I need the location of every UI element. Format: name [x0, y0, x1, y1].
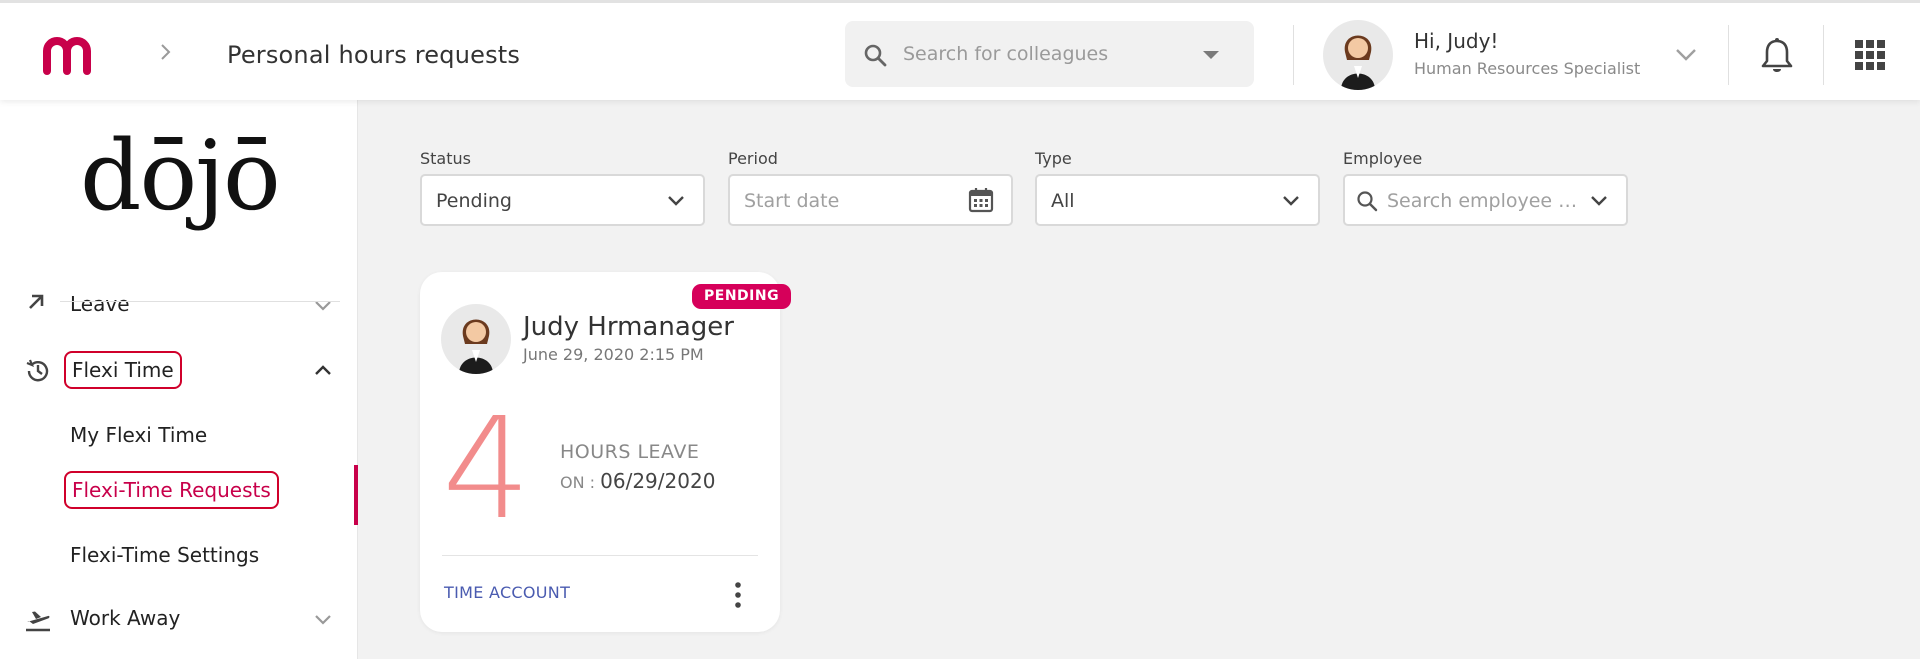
time-account-link[interactable]: TIME ACCOUNT: [444, 583, 570, 602]
active-item-indicator: [354, 465, 358, 525]
requester-avatar: [441, 304, 511, 374]
requester-name: Judy Hrmanager: [523, 312, 734, 342]
search-dropdown-caret-icon[interactable]: [1203, 51, 1219, 59]
sidebar-subitem-flexi-time-requests[interactable]: Flexi-Time Requests: [64, 471, 279, 509]
header-divider: [1823, 25, 1824, 85]
header-divider: [1293, 25, 1294, 85]
brand-logo: dōjō: [80, 120, 281, 232]
search-icon: [1357, 191, 1378, 212]
breadcrumb-chevron-icon: [161, 44, 171, 60]
employee-filter-label: Employee: [1343, 149, 1423, 168]
notification-bell-icon[interactable]: [1760, 37, 1794, 75]
top-header: Personal hours requests Hi, Judy! Human …: [0, 0, 1920, 100]
request-created-date: June 29, 2020 2:15 PM: [523, 345, 704, 364]
status-select-value: Pending: [436, 190, 512, 212]
airplane-icon: [26, 611, 50, 632]
type-select[interactable]: All: [1035, 174, 1320, 226]
flexi-time-collapse-chevron-icon[interactable]: [312, 360, 334, 382]
employee-search-placeholder: Search employee na...: [1387, 190, 1585, 212]
sidebar-item-flexi-time[interactable]: Flexi Time: [64, 351, 182, 389]
work-away-expand-chevron-icon[interactable]: [312, 608, 334, 630]
calendar-icon[interactable]: [967, 186, 995, 214]
period-filter-label: Period: [728, 149, 778, 168]
leave-icon: [29, 294, 44, 309]
hours-count: 4: [442, 388, 532, 551]
chevron-down-icon: [1283, 196, 1299, 206]
status-badge: PENDING: [692, 284, 792, 309]
user-greeting: Hi, Judy!: [1414, 29, 1499, 53]
user-role: Human Resources Specialist: [1414, 59, 1641, 78]
status-filter-label: Status: [420, 149, 471, 168]
search-input[interactable]: [903, 39, 1203, 69]
sidebar-divider: [60, 301, 340, 302]
header-divider: [1728, 25, 1729, 85]
type-select-value: All: [1051, 190, 1075, 212]
employee-search-select[interactable]: Search employee na...: [1343, 174, 1628, 226]
apps-grid-icon[interactable]: [1854, 39, 1886, 71]
chevron-down-icon: [1591, 196, 1607, 206]
on-date: 06/29/2020: [600, 469, 716, 493]
sidebar-item-work-away[interactable]: Work Away: [70, 606, 180, 630]
requester-avatar-icon: [459, 319, 493, 374]
period-start-date-placeholder: Start date: [744, 190, 840, 212]
request-kind: HOURS LEAVE: [560, 441, 700, 463]
type-filter-label: Type: [1035, 149, 1072, 168]
period-start-date-field[interactable]: Start date: [728, 174, 1013, 226]
search-icon: [864, 44, 887, 67]
sidebar-subitem-flexi-time-settings[interactable]: Flexi-Time Settings: [70, 543, 259, 567]
user-menu-chevron-icon[interactable]: [1673, 43, 1699, 65]
more-options-icon[interactable]: [732, 580, 744, 610]
status-select[interactable]: Pending: [420, 174, 705, 226]
sidebar: dōjō Leave Flexi Time My Flexi Time Flex…: [0, 100, 358, 659]
request-on-date-row: ON : 06/29/2020: [560, 469, 715, 493]
page-title: Personal hours requests: [227, 41, 521, 69]
sidebar-subitem-my-flexi-time[interactable]: My Flexi Time: [70, 423, 207, 447]
on-label: ON :: [560, 473, 596, 492]
user-avatar[interactable]: [1323, 20, 1393, 90]
colleague-search[interactable]: [845, 21, 1254, 87]
request-card[interactable]: Judy Hrmanager June 29, 2020 2:15 PM 4 H…: [420, 272, 780, 632]
leave-expand-chevron-icon[interactable]: [312, 294, 334, 316]
app-logo-icon[interactable]: [42, 33, 100, 75]
user-avatar-icon: [1341, 35, 1375, 90]
card-divider: [442, 555, 758, 556]
history-icon: [26, 359, 49, 382]
chevron-down-icon: [668, 196, 684, 206]
sidebar-item-leave[interactable]: Leave: [70, 292, 130, 316]
